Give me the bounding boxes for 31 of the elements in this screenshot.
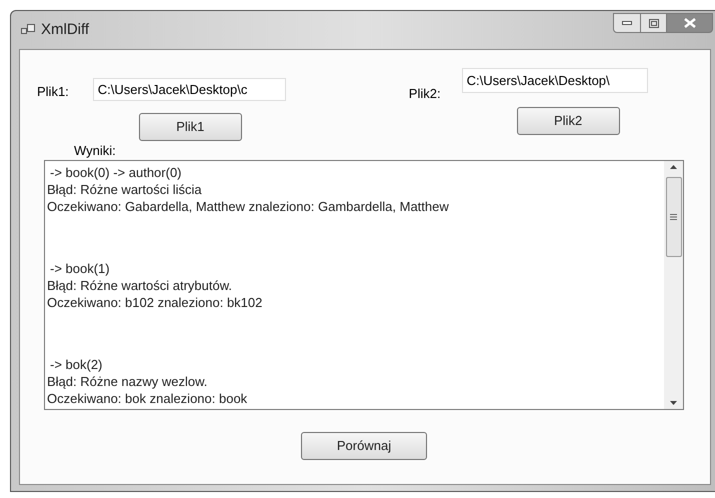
result-error: Błąd: Różne wartości atrybutów. [47, 277, 233, 294]
result-path: -> bok(2) [49, 356, 104, 373]
grip-icon [670, 214, 677, 220]
scroll-down-icon [670, 401, 677, 405]
result-path: -> book(0) -> author(0) [49, 164, 183, 181]
close-icon [684, 18, 696, 28]
close-button[interactable] [667, 13, 713, 33]
app-icon [21, 24, 35, 36]
result-error: Błąd: Różne nazwy wezlow. [47, 373, 208, 390]
compare-button[interactable]: Porównaj [301, 432, 427, 460]
file2-field[interactable]: C:\Users\Jacek\Desktop\ [462, 68, 648, 93]
file1-field[interactable]: C:\Users\Jacek\Desktop\c [92, 78, 286, 101]
result-expected: Oczekiwano: b102 znaleziono: bk102 [47, 294, 264, 311]
maximize-icon [648, 18, 658, 28]
scroll-up-icon [670, 165, 677, 169]
result-error: Błąd: Różne wartości liścia [47, 181, 203, 198]
scroll-thumb[interactable] [666, 177, 682, 257]
result-expected: Oczekiwano: Gabardella, Matthew znaleziono: Gambardella, Matthew [47, 198, 450, 215]
results-textbox[interactable] [44, 160, 684, 410]
window-title: XmlDiff [41, 20, 90, 40]
file1-label: Plik1: [37, 83, 69, 101]
result-expected: Oczekiwano: bok znaleziono: book [47, 390, 248, 407]
scrollbar[interactable] [664, 161, 683, 409]
minimize-button[interactable] [613, 13, 641, 33]
file2-label: Plik2: [408, 85, 441, 103]
result-path: -> book(1) [49, 260, 111, 277]
file1-button[interactable]: Plik1 [138, 113, 242, 141]
file2-button[interactable]: Plik2 [516, 107, 620, 135]
minimize-icon [622, 21, 632, 25]
results-label: Wyniki: [74, 142, 116, 160]
maximize-button[interactable] [641, 13, 667, 33]
